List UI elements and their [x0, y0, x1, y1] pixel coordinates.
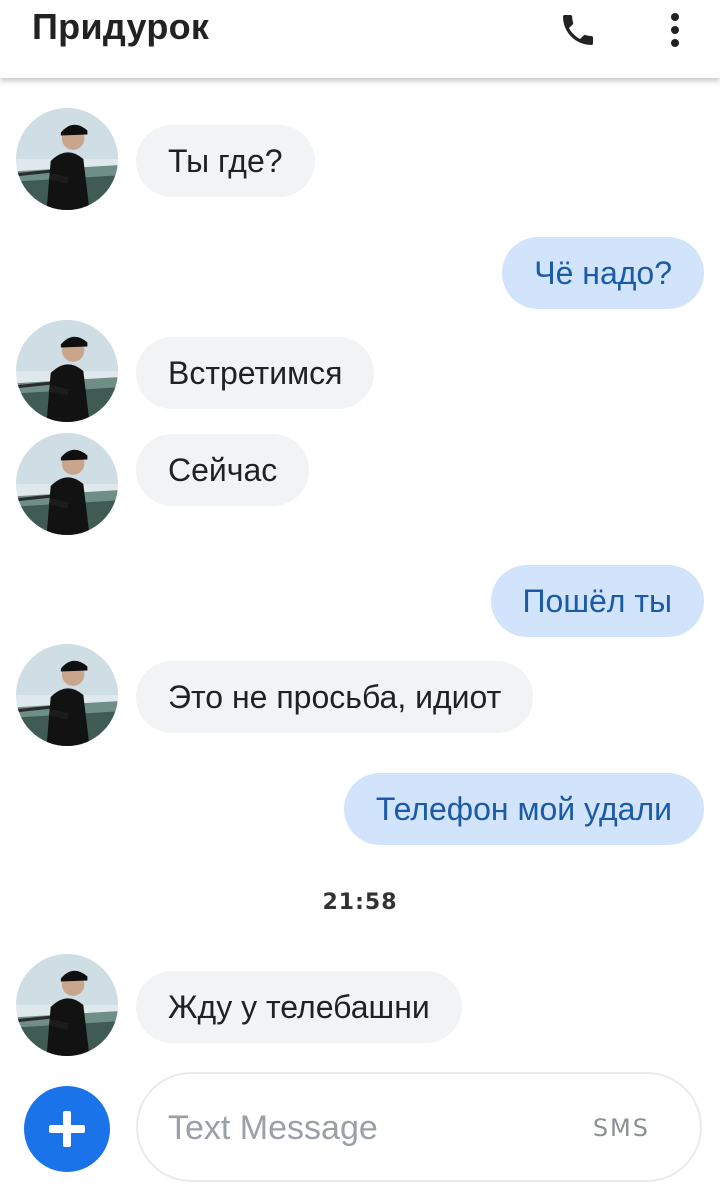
app-bar: Придурок — [0, 0, 720, 78]
conversation[interactable]: Ты где? Чё надо? Встретимся Сейчас Пошёл… — [0, 78, 720, 1068]
contact-avatar[interactable] — [16, 320, 118, 422]
more-vert-icon — [671, 13, 679, 47]
call-button[interactable] — [548, 0, 608, 60]
plus-icon — [49, 1111, 85, 1147]
outgoing-message[interactable]: Чё надо? — [502, 237, 704, 309]
text-message-input[interactable] — [166, 1104, 550, 1152]
avatar-image — [16, 433, 118, 535]
avatar-image — [16, 320, 118, 422]
more-options-button[interactable] — [645, 0, 705, 60]
outgoing-message[interactable]: Телефон мой удали — [343, 773, 704, 845]
contact-avatar[interactable] — [16, 954, 118, 1056]
contact-name: Придурок — [32, 6, 210, 47]
outgoing-message[interactable]: Пошёл ты — [490, 565, 704, 637]
incoming-message[interactable]: Жду у телебашни — [136, 971, 462, 1043]
avatar-image — [16, 954, 118, 1056]
incoming-message[interactable]: Это не просьба, идиот — [136, 661, 534, 733]
incoming-message[interactable]: Встретимся — [136, 337, 375, 409]
phone-icon — [563, 15, 593, 45]
message-composer: SMS — [0, 1068, 720, 1186]
message-field-container[interactable]: SMS — [136, 1072, 702, 1182]
contact-avatar[interactable] — [16, 644, 118, 746]
message-timestamp: 21:58 — [322, 890, 398, 915]
incoming-message[interactable]: Сейчас — [136, 434, 310, 506]
sms-send-label[interactable]: SMS — [593, 1114, 650, 1142]
add-attachment-button[interactable] — [24, 1086, 110, 1172]
avatar-image — [16, 644, 118, 746]
contact-avatar[interactable] — [16, 108, 118, 210]
contact-avatar[interactable] — [16, 433, 118, 535]
incoming-message[interactable]: Ты где? — [136, 125, 315, 197]
avatar-image — [16, 108, 118, 210]
